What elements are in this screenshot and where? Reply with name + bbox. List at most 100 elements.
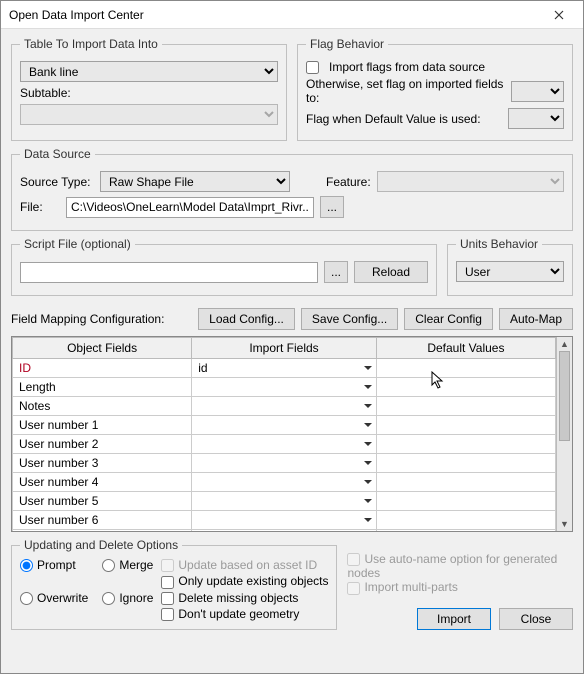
scroll-thumb[interactable] [559,351,570,441]
ignore-radio-label[interactable]: Ignore [102,591,153,622]
script-file-legend: Script File (optional) [20,237,135,251]
table-select[interactable]: Bank line [20,61,278,82]
merge-radio[interactable] [102,559,115,572]
merge-radio-label[interactable]: Merge [102,558,153,589]
import-field-cell[interactable] [192,530,377,532]
data-source-group: Data Source Source Type: Raw Shape File … [11,147,573,231]
script-browse-button[interactable]: ... [324,261,348,283]
default-value-cell[interactable] [376,378,555,397]
multi-parts-checkbox [347,582,360,595]
default-value-cell[interactable] [376,492,555,511]
object-field-cell[interactable]: User number 1 [13,416,192,435]
ignore-radio[interactable] [102,592,115,605]
mapping-label: Field Mapping Configuration: [11,312,192,326]
table-import-group: Table To Import Data Into Bank line Subt… [11,37,287,141]
script-file-input[interactable] [20,262,318,283]
import-flags-label: Import flags from data source [329,60,485,74]
otherwise-flag-select[interactable] [511,81,564,102]
scroll-down-icon[interactable]: ▼ [557,517,572,531]
import-field-cell[interactable]: id [192,359,377,378]
dont-geometry-checkbox[interactable] [161,608,174,621]
feature-select[interactable] [377,171,564,192]
scroll-up-icon[interactable]: ▲ [557,337,572,351]
object-field-cell[interactable]: User number 4 [13,473,192,492]
object-field-cell[interactable]: User number 3 [13,454,192,473]
flag-behavior-group: Flag Behavior Import flags from data sou… [297,37,573,141]
multi-parts-checkbox-label: Import multi-parts [347,580,457,594]
default-flag-select[interactable] [508,108,564,129]
default-value-cell[interactable] [376,397,555,416]
dialog-window: Open Data Import Center Table To Import … [0,0,584,674]
table-row: User number 6 [13,511,556,530]
table-import-legend: Table To Import Data Into [20,37,162,51]
delete-missing-checkbox-label[interactable]: Delete missing objects [161,591,328,605]
units-select[interactable]: User [456,261,564,282]
titlebar: Open Data Import Center [1,1,583,29]
import-field-cell[interactable] [192,435,377,454]
mapping-table: Object Fields Import Fields Default Valu… [11,336,573,532]
file-browse-button[interactable]: ... [320,196,344,218]
default-value-cell[interactable] [376,359,555,378]
object-field-cell[interactable]: Length [13,378,192,397]
object-field-cell[interactable]: ID [13,359,192,378]
table-row: User number 3 [13,454,556,473]
overwrite-radio[interactable] [20,592,33,605]
table-row: IDid [13,359,556,378]
source-type-select[interactable]: Raw Shape File [100,171,290,192]
script-file-group: Script File (optional) ... Reload [11,237,437,296]
import-field-cell[interactable] [192,511,377,530]
table-row: Notes [13,397,556,416]
col-header-default[interactable]: Default Values [376,338,555,359]
default-value-cell[interactable] [376,511,555,530]
close-button[interactable]: Close [499,608,573,630]
units-behavior-legend: Units Behavior [456,237,542,251]
close-icon[interactable] [539,3,579,27]
reload-button[interactable]: Reload [354,261,428,283]
subtable-label: Subtable: [20,86,71,100]
data-source-legend: Data Source [20,147,95,161]
dont-geometry-checkbox-label[interactable]: Don't update geometry [161,607,328,621]
prompt-radio-label[interactable]: Prompt [20,558,88,589]
import-field-cell[interactable] [192,473,377,492]
table-row: User number 5 [13,492,556,511]
auto-map-button[interactable]: Auto-Map [499,308,573,330]
col-header-object[interactable]: Object Fields [13,338,192,359]
import-button[interactable]: Import [417,608,491,630]
load-config-button[interactable]: Load Config... [198,308,295,330]
import-flags-checkbox[interactable] [306,61,319,74]
object-field-cell[interactable]: User number 6 [13,511,192,530]
units-behavior-group: Units Behavior User [447,237,573,296]
updating-options-legend: Updating and Delete Options [20,538,182,552]
default-value-cell[interactable] [376,454,555,473]
default-value-cell[interactable] [376,473,555,492]
only-existing-checkbox-label[interactable]: Only update existing objects [161,574,328,588]
delete-missing-checkbox[interactable] [161,592,174,605]
otherwise-flag-label: Otherwise, set flag on imported fields t… [306,77,505,105]
window-title: Open Data Import Center [9,8,539,22]
object-field-cell[interactable]: Notes [13,397,192,416]
clear-config-button[interactable]: Clear Config [404,308,493,330]
table-row: User number 1 [13,416,556,435]
object-field-cell[interactable]: User number 7 [13,530,192,532]
overwrite-radio-label[interactable]: Overwrite [20,591,88,622]
import-field-cell[interactable] [192,454,377,473]
only-existing-checkbox[interactable] [161,576,174,589]
object-field-cell[interactable]: User number 5 [13,492,192,511]
updating-options-group: Updating and Delete Options Prompt Merge… [11,538,337,630]
import-field-cell[interactable] [192,416,377,435]
feature-label: Feature: [326,175,371,189]
default-value-cell[interactable] [376,435,555,454]
object-field-cell[interactable]: User number 2 [13,435,192,454]
save-config-button[interactable]: Save Config... [301,308,398,330]
default-value-cell[interactable] [376,530,555,532]
prompt-radio[interactable] [20,559,33,572]
import-field-cell[interactable] [192,378,377,397]
table-scrollbar[interactable]: ▲ ▼ [556,337,572,531]
file-input[interactable] [66,197,314,218]
asset-id-checkbox-label: Update based on asset ID [161,558,328,572]
import-field-cell[interactable] [192,397,377,416]
default-value-cell[interactable] [376,416,555,435]
import-field-cell[interactable] [192,492,377,511]
col-header-import[interactable]: Import Fields [192,338,377,359]
subtable-select[interactable] [20,104,278,125]
